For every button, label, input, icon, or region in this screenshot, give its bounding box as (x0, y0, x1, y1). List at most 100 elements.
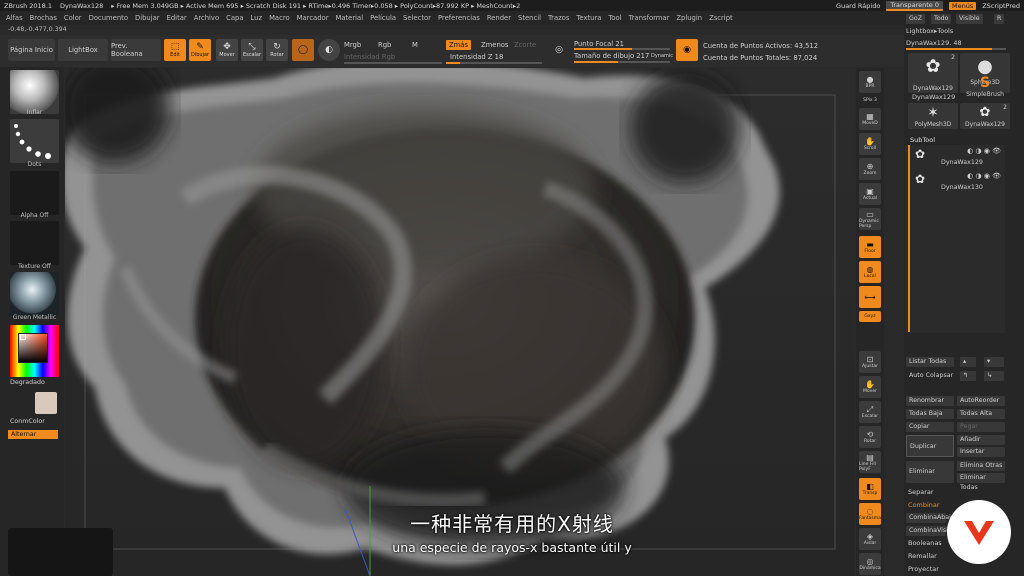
home-page-button[interactable]: Página Inicio (8, 39, 55, 61)
menu-layer[interactable]: Capa (226, 14, 243, 22)
tool-thumb-dynawax129-c[interactable]: ✿ 2 DynaWax129 (960, 103, 1010, 129)
rotate-mode-button[interactable]: ↻ Rotar (266, 39, 288, 61)
draw-size-slider[interactable]: Tamaño de dibujo 217 (574, 52, 649, 60)
alpha-selector[interactable] (10, 171, 59, 215)
perspective-button[interactable]: ◉ (676, 39, 698, 61)
lazy-mouse-button[interactable]: ◎ (548, 39, 570, 61)
all-high-button[interactable]: Todas Alta (957, 409, 1005, 419)
r-button[interactable]: R (994, 14, 1005, 24)
xyz-button[interactable]: Gxyz (859, 311, 881, 322)
menu-light[interactable]: Luz (251, 14, 263, 22)
goz-button[interactable]: GoZ (906, 14, 926, 24)
material-selector[interactable] (10, 272, 59, 316)
lightbox-tools-button[interactable]: Lightbox▸Tools (906, 27, 953, 35)
append-button[interactable]: Añadir (957, 435, 1005, 445)
secondary-color-swatch[interactable] (35, 392, 57, 414)
rgb-toggle[interactable]: Rgb (378, 41, 391, 49)
current-tool-track[interactable] (906, 48, 1006, 50)
tool-thumb-dynawax129-a[interactable]: ✿ 2 DynaWax129 (908, 53, 958, 93)
transparency-slider[interactable]: Transparente 0 (886, 0, 943, 11)
menu-draw[interactable]: Dibujar (135, 14, 160, 22)
scale-view-button[interactable]: ⤢ Escalar (859, 401, 881, 423)
menu-preferences[interactable]: Preferencias (438, 14, 480, 22)
delete-button[interactable]: Eliminar (906, 461, 954, 483)
move-up-button[interactable]: ↰ (960, 371, 976, 381)
dynamic-toggle[interactable]: Dynamic (651, 53, 673, 59)
zcut-toggle[interactable]: Zcorte (514, 41, 536, 49)
menu-macro[interactable]: Macro (269, 14, 290, 22)
rgb-intensity-track[interactable] (344, 62, 442, 64)
list-all-button[interactable]: Listar Todas (906, 357, 954, 367)
mrgb-toggle[interactable]: Mrgb (344, 41, 361, 49)
current-tool-slider[interactable]: DynaWax129. 48 (906, 39, 962, 47)
auto-collapse-button[interactable]: Auto Colapsar (906, 371, 954, 381)
rotate-view-button[interactable]: ⟲ Rotar (859, 426, 881, 448)
visible-button[interactable]: Visible (956, 14, 983, 24)
menu-picker[interactable]: Selector (403, 14, 431, 22)
paste-button[interactable]: Pegar (957, 422, 1005, 432)
menu-brushes[interactable]: Brochas (30, 14, 57, 22)
delete-other-button[interactable]: Elimina Otras (957, 461, 1005, 471)
draw-mode-button[interactable]: ✎ Dibujar (189, 39, 211, 61)
arrow-up-button[interactable]: ▴ (960, 357, 976, 367)
copy-button[interactable]: Copiar (906, 422, 954, 432)
lsym-button[interactable]: ⟷ (859, 286, 881, 308)
z-intensity-slider[interactable]: Intensidad Z 18 (450, 53, 503, 61)
draw-size-track[interactable] (574, 61, 670, 63)
polyframe-button[interactable]: ▤ Line Fill PolyF (859, 451, 881, 473)
visibility-icons[interactable]: ◐ ◑ ◉ 👁 (967, 147, 1001, 155)
quick-save-button[interactable]: Guard Rápido (836, 2, 880, 10)
m-toggle[interactable]: M (412, 41, 418, 49)
stroke-selector[interactable] (10, 119, 59, 163)
color-marker[interactable] (20, 334, 26, 340)
tool-thumb-polymesh3d[interactable]: ✶ PolyMesh3D (908, 103, 958, 129)
menu-render[interactable]: Render (487, 14, 511, 22)
floor-button[interactable]: ▬ Floor (859, 236, 881, 258)
persp-button[interactable]: ▭ Dynamic Persp (859, 208, 881, 230)
arrow-down-button[interactable]: ▾ (984, 357, 1004, 367)
switch-color-button[interactable]: ConmColor (10, 418, 45, 425)
menu-document[interactable]: Documento (89, 14, 128, 22)
menu-material[interactable]: Material (335, 14, 363, 22)
preview-boolean-button[interactable]: Prev. Booleana (111, 39, 161, 61)
tool-thumb-simplebrush[interactable]: S SimpleBrush (960, 75, 1010, 98)
project-section[interactable]: Proyectar (908, 565, 939, 573)
menu-stroke[interactable]: Trazos (548, 14, 569, 22)
visibility-icons[interactable]: ◐ ◑ ◉ 👁 (967, 172, 1001, 180)
move-down-button[interactable]: ↳ (984, 371, 1004, 381)
menu-alphas[interactable]: Alfas (6, 14, 23, 22)
zadd-toggle[interactable]: Zmás (446, 40, 471, 50)
focal-shift-slider[interactable]: Punto Focal 21 (574, 40, 624, 48)
frame-button[interactable]: ⊡ Ajustar (859, 351, 881, 373)
menu-marker[interactable]: Marcador (297, 14, 329, 22)
subtool-scrollbar[interactable] (908, 145, 910, 332)
material-sphere-button[interactable]: ◯ (292, 39, 314, 61)
menu-transform[interactable]: Transformar (629, 14, 670, 22)
z-intensity-track[interactable] (446, 62, 542, 64)
default-script-button[interactable]: ZScriptPred (982, 2, 1020, 10)
subtool-header[interactable]: SubTool (910, 136, 935, 144)
menu-zplugin[interactable]: Zplugin (676, 14, 702, 22)
scale-mode-button[interactable]: ⤡ Escalar (241, 39, 263, 61)
menu-color[interactable]: Color (64, 14, 82, 22)
alternate-button[interactable]: Alternar (8, 430, 58, 439)
focal-shift-track[interactable] (574, 48, 670, 50)
auto-reorder-button[interactable]: AutoReorder (957, 396, 1005, 406)
move-mode-button[interactable]: ✥ Mover (216, 39, 238, 61)
all-low-button[interactable]: Todas Baja (906, 409, 954, 419)
all-button[interactable]: Todo (931, 14, 952, 24)
moved-button[interactable]: ▦ MoveD (859, 108, 881, 130)
delete-all-button[interactable]: Eliminar Todas (957, 473, 1005, 491)
dynamic-button[interactable]: ◎ Dinámica (859, 553, 881, 575)
rgb-intensity-slider[interactable]: Intensidad Rgb (344, 53, 395, 61)
subtool-item[interactable]: ✿ ◐ ◑ ◉ 👁 DynaWax129 (907, 147, 1003, 167)
menu-movie[interactable]: Película (370, 14, 396, 22)
edit-mode-button[interactable]: ⬚ Edit (164, 39, 186, 61)
actual-button[interactable]: ▣ Actual (859, 183, 881, 205)
move-view-button[interactable]: ✋ Mover (859, 376, 881, 398)
brush-selector[interactable] (10, 70, 59, 114)
scroll-button[interactable]: ✋ Scroll (859, 133, 881, 155)
split-section[interactable]: Separar (908, 488, 934, 496)
local-button[interactable]: ◍ Local (859, 261, 881, 283)
lightbox-button[interactable]: LightBox (58, 39, 108, 61)
